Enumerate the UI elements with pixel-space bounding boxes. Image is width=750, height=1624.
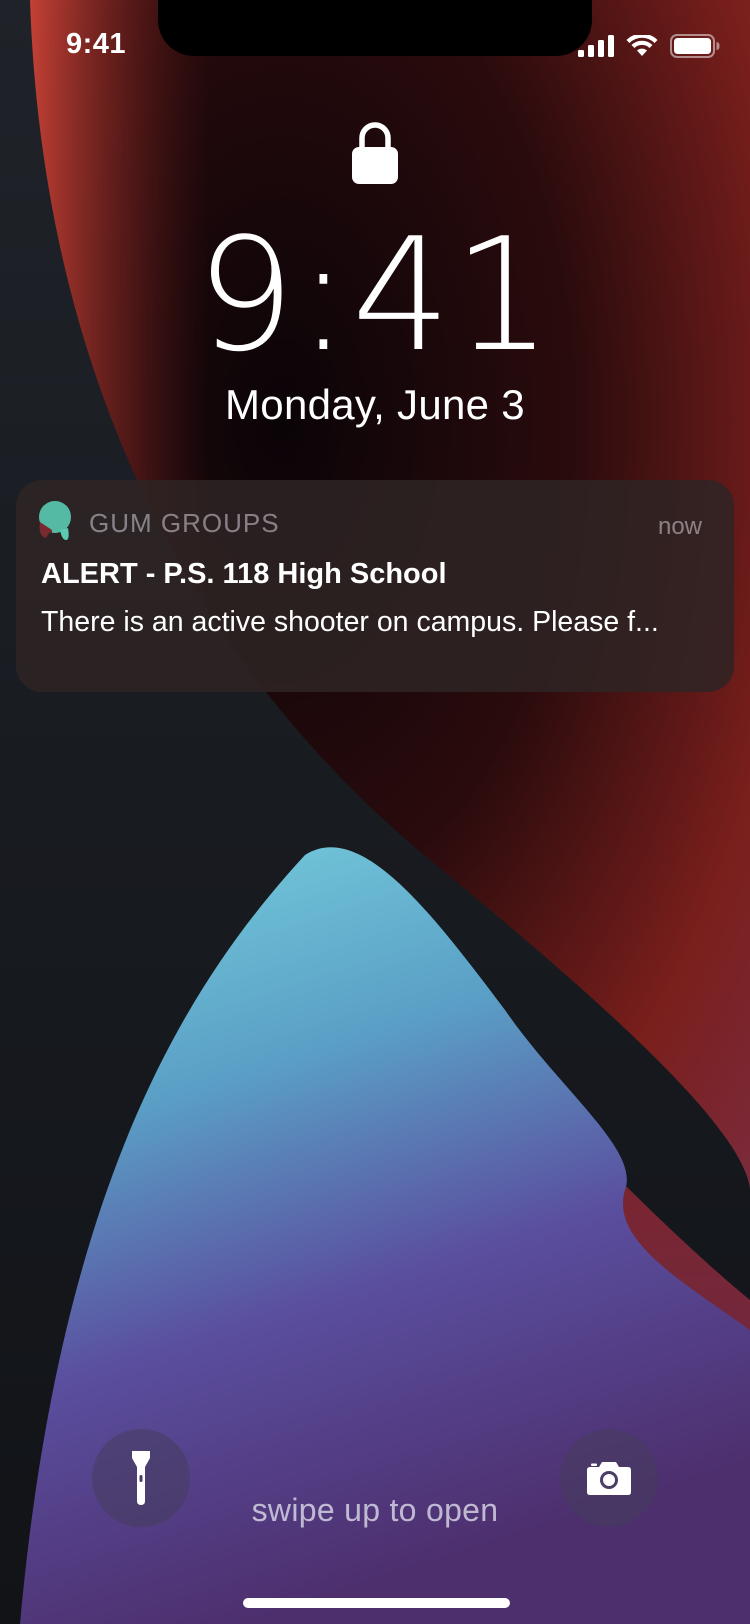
lock-icon xyxy=(352,122,398,184)
gum-groups-app-icon xyxy=(39,501,71,540)
cellular-signal-icon xyxy=(578,35,614,57)
status-bar-icons xyxy=(578,31,720,61)
wifi-icon xyxy=(626,35,658,56)
lock-screen-date: Monday, June 3 xyxy=(225,381,525,428)
swipe-up-hint: swipe up to open xyxy=(251,1492,499,1528)
battery-icon xyxy=(670,34,720,58)
status-bar-time: 9:41 xyxy=(66,28,127,60)
device-notch xyxy=(158,0,592,56)
notification-title: ALERT - P.S. 118 High School xyxy=(41,558,447,590)
notification-app-name: GUM GROUPS xyxy=(89,508,280,538)
notification-time: now xyxy=(657,513,702,540)
notification-card[interactable]: GUM GROUPS now ALERT - P.S. 118 High Sch… xyxy=(16,480,734,692)
home-indicator[interactable] xyxy=(243,1598,510,1608)
notification-body: There is an active shooter on campus. Pl… xyxy=(41,606,659,638)
camera-icon xyxy=(587,1462,631,1495)
lock-screen-time: 9:41 xyxy=(195,204,555,386)
